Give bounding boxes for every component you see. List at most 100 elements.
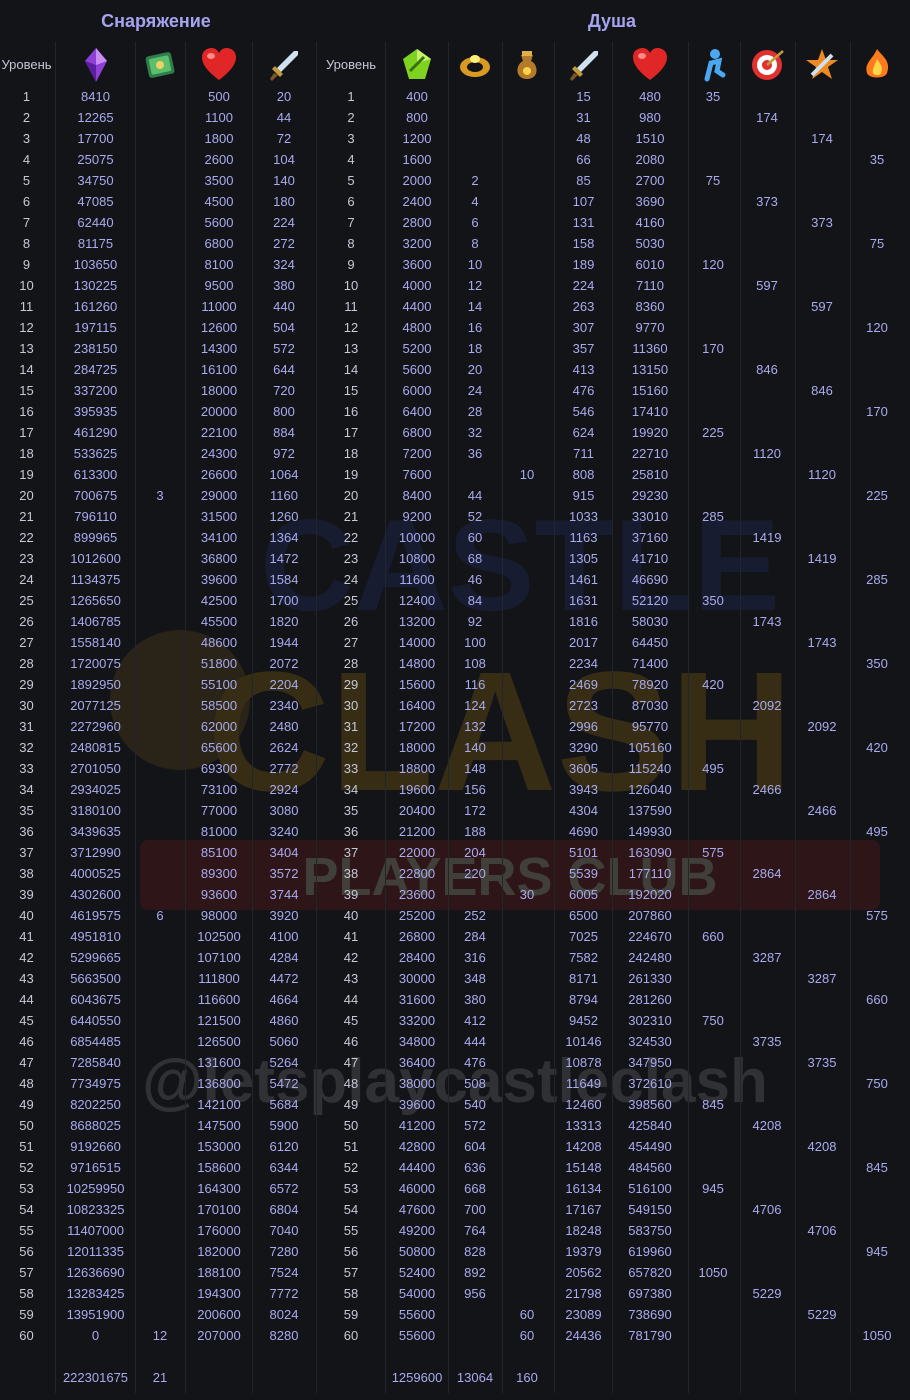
- table-cell: 43: [343, 971, 359, 986]
- table-cell: 41: [343, 929, 359, 944]
- table-cell: 1558140: [70, 635, 121, 650]
- table-cell: 281260: [628, 992, 672, 1007]
- green-book-icon: [140, 45, 180, 85]
- red-heart-icon: [199, 45, 239, 85]
- table-cell: 1584: [269, 572, 299, 587]
- table-cell: 2772: [269, 761, 299, 776]
- table-cell: 44: [343, 992, 359, 1007]
- table-cell: 572: [273, 341, 295, 356]
- table-cell: 6: [22, 194, 31, 209]
- table-cell: 60: [467, 530, 483, 545]
- table-cell: 65600: [200, 740, 238, 755]
- table-cell: 35: [19, 803, 34, 818]
- table-cell: 7734975: [70, 1076, 121, 1091]
- table-cell: 6344: [269, 1160, 299, 1175]
- table-cell: 6500: [569, 908, 598, 923]
- table-cell: 238150: [73, 341, 118, 356]
- table-cell: 14300: [200, 341, 238, 356]
- table-cell: 58030: [631, 614, 669, 629]
- table-cell: 1820: [269, 614, 299, 629]
- table-cell: 12600: [200, 320, 238, 335]
- table-cell: 149930: [628, 824, 672, 839]
- section-title-soul: Душа: [587, 11, 637, 31]
- table-cell: 495: [702, 761, 724, 776]
- table-cell: 20: [467, 362, 483, 377]
- table-cell: 189: [572, 257, 595, 272]
- table-cell: 2469: [569, 677, 598, 692]
- table-cell: 56: [19, 1244, 34, 1259]
- table-cell: 2480815: [70, 740, 121, 755]
- table-cell: 697380: [628, 1286, 672, 1301]
- table-cell: 197115: [74, 320, 117, 335]
- table-cell: 252: [464, 908, 486, 923]
- table-cell: 6572: [269, 1181, 299, 1196]
- table-cell: 78920: [631, 677, 669, 692]
- table-cell: 188: [464, 824, 486, 839]
- table-cell: 899965: [73, 530, 118, 545]
- table-cell: 4706: [807, 1223, 837, 1238]
- table-cell: 55600: [398, 1307, 436, 1322]
- table-cell: 72: [276, 131, 292, 146]
- gold-ring-icon: [455, 45, 495, 85]
- table-cell: 7582: [569, 950, 598, 965]
- table-cell: 33: [19, 761, 34, 776]
- table-cell: 28: [467, 404, 483, 419]
- grid-line: [502, 42, 503, 1393]
- table-cell: 58500: [200, 698, 238, 713]
- table-cell: 711: [573, 446, 594, 461]
- table-cell: 51: [19, 1139, 34, 1154]
- grid-line: [385, 42, 386, 1393]
- table-cell: 60: [519, 1328, 535, 1343]
- table-cell: 148: [464, 761, 486, 776]
- table-cell: 116600: [197, 992, 241, 1007]
- table-cell: 35: [705, 89, 721, 104]
- table-cell: 116: [464, 677, 486, 692]
- table-cell: 17700: [77, 131, 114, 146]
- table-cell: 29: [343, 677, 359, 692]
- table-cell: 11600: [399, 572, 435, 587]
- table-cell: 3290: [569, 740, 598, 755]
- table-cell: 36: [343, 824, 359, 839]
- table-cell: 13313: [565, 1118, 602, 1133]
- table-cell: 10878: [565, 1055, 602, 1070]
- table-cell: 136800: [197, 1076, 241, 1091]
- table-cell: 224: [572, 278, 595, 293]
- table-cell: 36400: [398, 1055, 436, 1070]
- table-cell: 6005: [569, 887, 598, 902]
- table-cell: 35: [869, 152, 885, 167]
- table-cell: 5200: [402, 341, 432, 356]
- table-cell: 17: [343, 425, 359, 440]
- table-cell: 3605: [569, 761, 598, 776]
- table-cell: 27: [343, 635, 359, 650]
- table-cell: 1510: [635, 131, 665, 146]
- table-cell: 12011335: [67, 1244, 124, 1259]
- table-cell: 6400: [402, 404, 432, 419]
- table-cell: 69300: [200, 761, 238, 776]
- table-cell: 49: [343, 1097, 359, 1112]
- table-cell: 3200: [402, 236, 432, 251]
- table-cell: 2400: [402, 194, 432, 209]
- table-cell: 18248: [565, 1223, 602, 1238]
- table-cell: 89300: [200, 866, 238, 881]
- table-cell: 9716515: [70, 1160, 121, 1175]
- table-cell: 4208: [807, 1139, 837, 1154]
- table-cell: 180: [273, 194, 295, 209]
- table-cell: 1160: [270, 488, 298, 503]
- table-cell: 3920: [269, 908, 299, 923]
- table-cell: 738690: [628, 1307, 672, 1322]
- table-cell: 500: [208, 89, 230, 104]
- table-cell: 104: [273, 152, 295, 167]
- table-cell: 7: [347, 215, 355, 230]
- table-cell: 398560: [628, 1097, 672, 1112]
- table-cell: 95770: [631, 719, 669, 734]
- sword-icon: [264, 45, 304, 85]
- table-cell: 51: [343, 1139, 359, 1154]
- table-cell: 1260: [269, 509, 299, 524]
- table-cell: 44: [467, 488, 483, 503]
- table-cell: 188100: [197, 1265, 241, 1280]
- table-cell: 1134375: [70, 572, 121, 587]
- table-cell: 174: [756, 110, 778, 125]
- table-cell: 30000: [398, 971, 436, 986]
- table-cell: 16400: [398, 698, 436, 713]
- table-cell: 1892950: [70, 677, 121, 692]
